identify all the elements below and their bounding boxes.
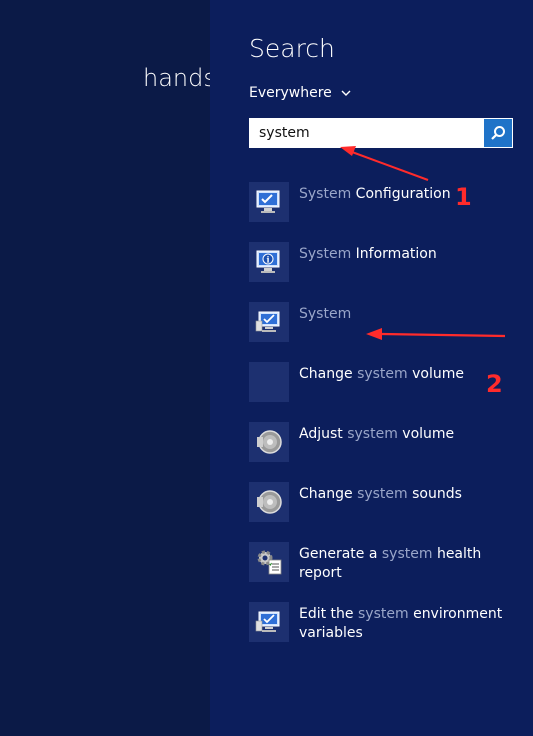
result-edit-system-environment-variables[interactable]: Edit the system environment variables <box>249 602 519 652</box>
system-configuration-icon <box>249 182 289 222</box>
gear-checklist-icon <box>249 542 289 582</box>
result-label: System Configuration <box>299 186 451 202</box>
desktop-partial-text: hands <box>143 64 210 92</box>
search-box <box>249 118 513 148</box>
result-system-information[interactable]: i System Information <box>249 242 519 284</box>
system-information-icon: i <box>249 242 289 282</box>
system-computer-icon <box>249 602 289 642</box>
search-scope-label: Everywhere <box>249 85 332 101</box>
result-label: Adjust system volume <box>299 426 455 442</box>
search-icon <box>491 126 505 140</box>
search-button[interactable] <box>484 119 512 147</box>
result-adjust-system-volume[interactable]: Adjust system volume <box>249 422 519 464</box>
result-change-system-sounds[interactable]: Change system sounds <box>249 482 519 524</box>
desktop-background: hands <box>0 0 210 736</box>
search-input[interactable] <box>249 118 483 148</box>
result-generate-system-health-report[interactable]: Generate a system health report <box>249 542 519 584</box>
speaker-icon <box>249 482 289 522</box>
search-title: Search <box>249 34 335 63</box>
result-change-system-volume[interactable]: Change system volume <box>249 362 519 404</box>
result-label: System <box>299 306 352 322</box>
result-label: System Information <box>299 246 437 262</box>
result-system[interactable]: System <box>249 302 519 344</box>
annotation-marker-1: 1 <box>455 183 472 211</box>
result-label: Edit the system environment variables <box>299 606 503 641</box>
svg-text:i: i <box>266 255 269 265</box>
system-computer-icon <box>249 302 289 342</box>
blank-tile-icon <box>249 362 289 402</box>
chevron-down-icon <box>341 90 351 96</box>
annotation-marker-2: 2 <box>486 370 503 398</box>
result-label: Change system sounds <box>299 486 462 502</box>
result-system-configuration[interactable]: System Configuration <box>249 182 519 224</box>
speaker-icon <box>249 422 289 462</box>
search-scope-dropdown[interactable]: Everywhere <box>249 85 352 101</box>
result-label: Generate a system health report <box>299 546 482 581</box>
